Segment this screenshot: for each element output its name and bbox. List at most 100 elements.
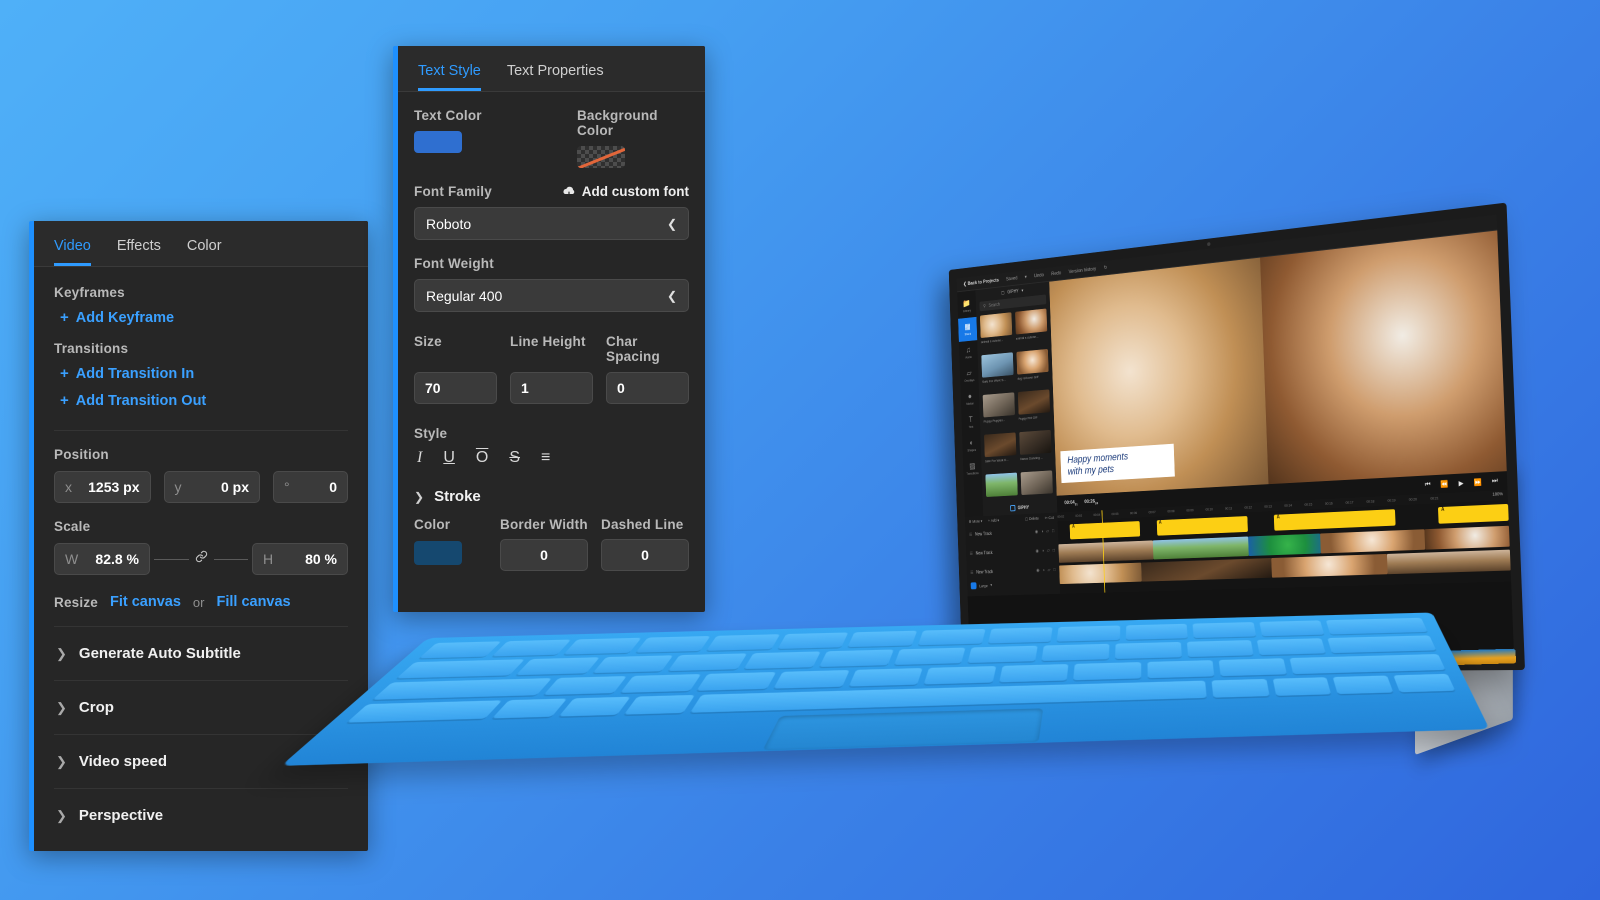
key[interactable] xyxy=(778,632,849,648)
key[interactable] xyxy=(988,627,1053,643)
trash-icon[interactable]: □ xyxy=(1053,548,1055,553)
text-clip[interactable]: A xyxy=(1156,516,1247,536)
key-ctrl[interactable] xyxy=(347,700,502,722)
library-item[interactable]: Dance Dancing ... xyxy=(1019,430,1052,468)
key[interactable] xyxy=(543,676,627,695)
version-history-button[interactable]: Version history xyxy=(1069,266,1097,275)
track-header-row[interactable]: ☰ New Track ◉ ◑ ▱ □ xyxy=(969,522,1055,543)
library-item[interactable]: Safe For Work D... xyxy=(984,432,1016,470)
preview-caption-overlay[interactable]: Happy moments with my pets xyxy=(1060,444,1174,483)
tab-effects[interactable]: Effects xyxy=(117,238,161,266)
add-keyframe-button[interactable]: + Add Keyframe xyxy=(60,309,348,327)
video-clip[interactable] xyxy=(1387,550,1511,575)
add-transition-out-button[interactable]: + Add Transition Out xyxy=(60,392,348,410)
sidebar-item-library[interactable]: 📁 Library xyxy=(957,294,976,319)
video-clip[interactable] xyxy=(1271,554,1387,578)
redo-button[interactable]: Redo xyxy=(1051,270,1061,276)
video-clip[interactable] xyxy=(1248,534,1321,557)
library-item[interactable]: animal s cutene... xyxy=(1015,309,1048,348)
key[interactable] xyxy=(918,629,985,645)
key[interactable] xyxy=(999,664,1069,682)
key-enter[interactable] xyxy=(1327,635,1436,653)
key-shift[interactable] xyxy=(1290,654,1445,674)
size-dropdown-icon[interactable]: ▾ xyxy=(990,583,992,588)
chain-link-icon[interactable] xyxy=(194,550,209,568)
key[interactable] xyxy=(849,668,923,687)
lock-icon[interactable]: ▱ xyxy=(1047,548,1050,553)
text-color-swatch[interactable] xyxy=(414,131,462,153)
key-caps[interactable] xyxy=(372,678,551,700)
key[interactable] xyxy=(697,672,776,691)
key[interactable] xyxy=(744,651,821,669)
sidebar-item-shapes[interactable]: ◐ Shapes xyxy=(962,433,981,458)
sidebar-item-stock[interactable]: ▦ Stock xyxy=(958,317,977,342)
key-alt-right[interactable] xyxy=(1211,679,1269,698)
eye-icon[interactable]: ◉ xyxy=(1035,529,1038,534)
add-button[interactable]: + Add ▾ xyxy=(988,518,999,524)
undo-button[interactable]: Undo xyxy=(1034,272,1044,278)
key[interactable] xyxy=(1259,620,1323,636)
add-transition-in-button[interactable]: + Add Transition In xyxy=(60,365,348,383)
key[interactable] xyxy=(564,638,641,655)
key[interactable] xyxy=(516,657,600,675)
library-item[interactable] xyxy=(985,473,1017,504)
text-clip[interactable]: A xyxy=(1438,504,1508,524)
chevron-down-icon[interactable]: ▾ xyxy=(1025,274,1027,279)
eye-icon[interactable]: ◉ xyxy=(1036,568,1039,573)
lock-icon[interactable]: ▱ xyxy=(1047,568,1050,573)
sidebar-item-transitions[interactable]: ▨ Transitions xyxy=(963,457,982,481)
accordion-perspective[interactable]: ❯ Perspective xyxy=(54,788,348,842)
position-y-input[interactable]: y 0 px xyxy=(164,471,261,503)
tab-video[interactable]: Video xyxy=(54,238,91,266)
tab-text-style[interactable]: Text Style xyxy=(418,63,481,91)
library-item[interactable]: animal s cutene... xyxy=(980,312,1012,351)
key[interactable] xyxy=(819,649,893,666)
video-clip[interactable] xyxy=(1058,540,1153,562)
sidebar-item-audio[interactable]: ♫ Audio xyxy=(959,340,978,365)
library-item[interactable]: Safe For Work S... xyxy=(981,352,1013,390)
key-tab[interactable] xyxy=(396,659,524,678)
key[interactable] xyxy=(668,653,747,671)
key[interactable] xyxy=(707,634,780,651)
key[interactable] xyxy=(620,674,701,693)
fill-canvas-button[interactable]: Fill canvas xyxy=(216,594,290,610)
sidebar-item-overlays[interactable]: ▱ Overlays xyxy=(960,363,979,388)
play-icon[interactable]: ▶ xyxy=(1458,479,1463,487)
key[interactable] xyxy=(635,636,710,653)
italic-icon[interactable]: I xyxy=(417,450,422,466)
position-x-input[interactable]: x 1253 px xyxy=(54,471,151,503)
key[interactable] xyxy=(1115,642,1182,659)
lock-icon[interactable]: ▱ xyxy=(1046,529,1049,534)
drag-handle-icon[interactable]: ☰ xyxy=(970,570,973,575)
rewind-icon[interactable]: ⏪ xyxy=(1440,480,1448,488)
key[interactable] xyxy=(1193,622,1256,638)
back-to-projects-button[interactable]: ❮ Back to Projects xyxy=(963,278,999,287)
mute-icon[interactable]: ◑ xyxy=(1042,548,1044,553)
sidebar-item-text[interactable]: T Text xyxy=(961,410,980,435)
key[interactable] xyxy=(1219,658,1288,676)
scale-height-input[interactable]: H 80 % xyxy=(252,543,348,575)
video-clip[interactable] xyxy=(1141,558,1272,582)
key[interactable] xyxy=(968,646,1038,663)
key[interactable] xyxy=(492,640,572,657)
cut-button[interactable]: ✄ Cut xyxy=(1045,515,1054,521)
video-clip[interactable] xyxy=(1153,536,1249,559)
trash-icon[interactable]: □ xyxy=(1052,529,1054,534)
key-fn[interactable] xyxy=(492,699,567,719)
drag-handle-icon[interactable]: ☰ xyxy=(970,551,973,556)
key[interactable] xyxy=(419,641,501,658)
key[interactable] xyxy=(1126,624,1188,640)
key[interactable] xyxy=(1073,662,1140,680)
key-alt[interactable] xyxy=(624,695,695,715)
skip-end-icon[interactable]: ⏭ xyxy=(1492,477,1498,485)
track-header-row[interactable]: ☰ New Track ◉ ◑ ▱ □ xyxy=(970,561,1056,581)
track-header-row[interactable]: ☰ New Track ◉ ◑ ▱ □ xyxy=(969,542,1055,563)
key-backspace[interactable] xyxy=(1325,618,1427,635)
key[interactable] xyxy=(894,648,966,665)
library-item[interactable]: Puppy Puppies... xyxy=(983,392,1015,430)
key[interactable] xyxy=(773,670,850,689)
key[interactable] xyxy=(1187,640,1254,657)
key[interactable] xyxy=(592,655,673,673)
video-clip[interactable] xyxy=(1059,563,1142,584)
tab-color[interactable]: Color xyxy=(187,238,222,266)
